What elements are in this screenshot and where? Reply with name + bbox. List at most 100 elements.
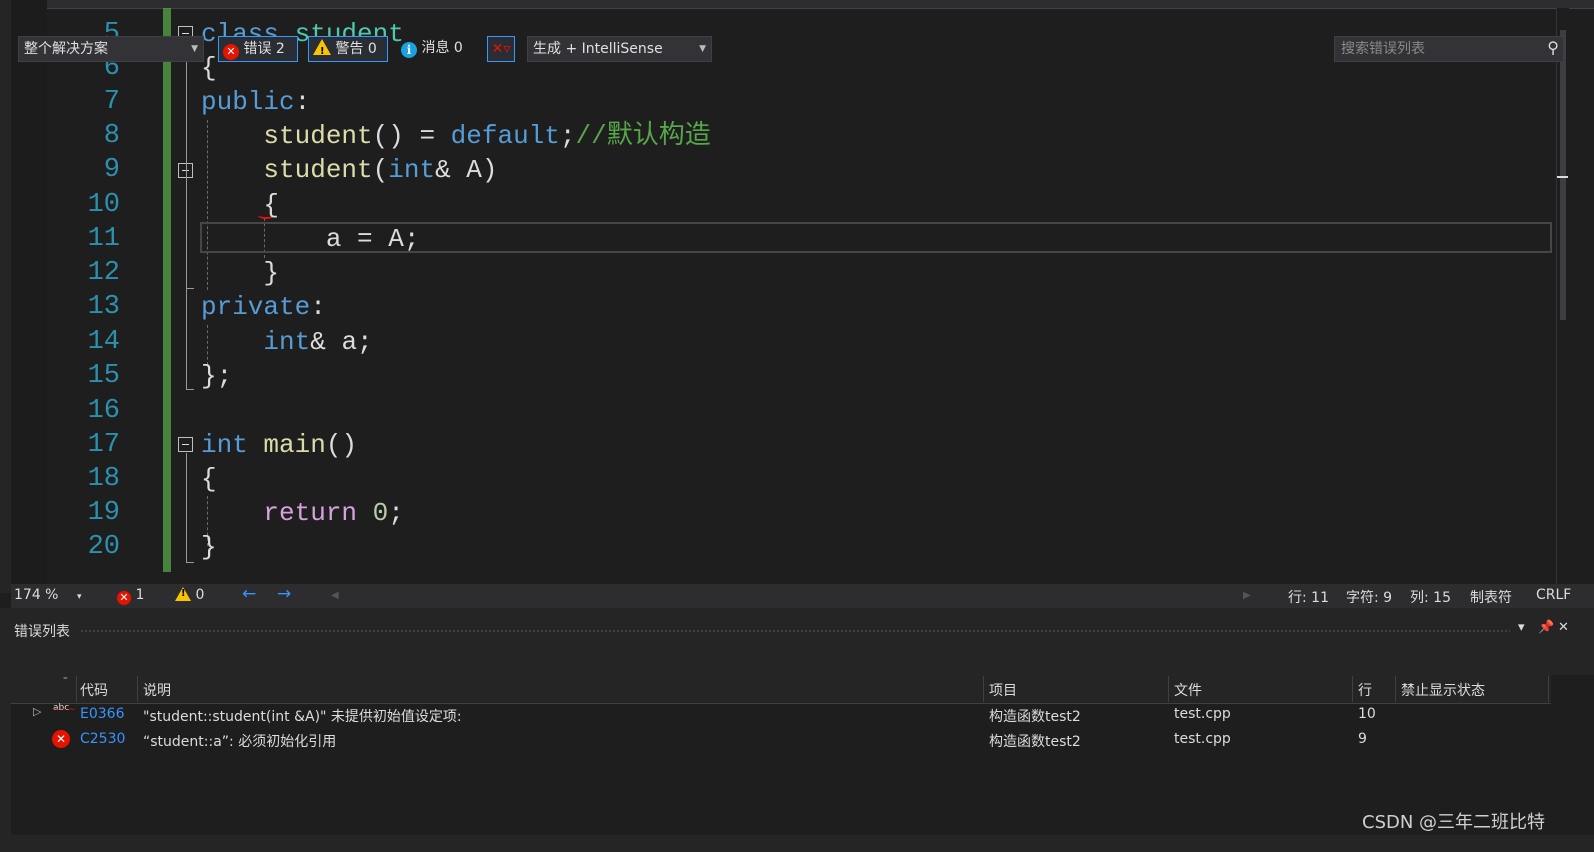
code-line-18[interactable]: { bbox=[201, 462, 217, 496]
brace: } bbox=[263, 258, 280, 288]
colon: : bbox=[310, 292, 326, 322]
info-icon: i bbox=[401, 42, 417, 58]
keyword: default bbox=[450, 121, 560, 151]
column-header-line[interactable]: 行 bbox=[1358, 680, 1372, 700]
line-number: 20 bbox=[87, 532, 120, 562]
line-number: 8 bbox=[103, 121, 120, 151]
tabs-indicator[interactable]: 制表符 bbox=[1470, 587, 1512, 607]
column-header-project[interactable]: 项目 bbox=[989, 680, 1017, 700]
error-code-link[interactable]: C2530 bbox=[80, 731, 125, 747]
brace: }; bbox=[201, 361, 233, 391]
column-separator[interactable] bbox=[1352, 676, 1353, 702]
expand-row-icon[interactable]: ▷ bbox=[33, 705, 41, 718]
error-icon: ✕ bbox=[52, 729, 70, 748]
warning-icon bbox=[313, 39, 331, 64]
code-line-14[interactable]: int& a; bbox=[201, 325, 372, 359]
scroll-right-icon[interactable]: ▶ bbox=[1243, 590, 1251, 601]
editor-status-bar: 174 % ▾ ✕ 1 0 ← → ◀ ▶ 行: 11 字符: 9 列: 15 … bbox=[11, 584, 1594, 608]
column-separator[interactable] bbox=[1548, 676, 1549, 702]
line-indicator: 行: 11 bbox=[1288, 590, 1329, 606]
errors-filter-button[interactable]: ✕ 错误 2 bbox=[218, 36, 298, 62]
code-line-9[interactable]: student(int& A) bbox=[201, 153, 497, 187]
code-line-17[interactable]: int main() bbox=[201, 428, 357, 462]
code-line-11[interactable]: a = A; bbox=[201, 222, 420, 256]
column-separator[interactable] bbox=[983, 676, 984, 702]
line-number: 9 bbox=[103, 155, 120, 185]
keyword: public bbox=[201, 87, 295, 117]
code-editor[interactable]: 5 6 7 8 9 10 11 12 13 14 15 16 17 18 19 … bbox=[0, 0, 1594, 593]
keyword: int bbox=[263, 327, 311, 357]
error-description: “student::a”: 必须初始化引用 bbox=[143, 734, 337, 750]
scrollbar-thumb[interactable] bbox=[1560, 30, 1566, 320]
previous-issue-arrow-icon[interactable]: ← bbox=[242, 584, 256, 604]
scope-dropdown[interactable]: 整个解决方案 ▼ bbox=[18, 36, 204, 62]
error-line: 10 bbox=[1358, 706, 1376, 722]
editor-left-margin bbox=[0, 0, 11, 593]
warnings-filter-button[interactable]: 警告 0 bbox=[308, 36, 388, 64]
error-project: 构造函数test2 bbox=[989, 709, 1081, 725]
char-indicator: 字符: 9 bbox=[1346, 590, 1393, 606]
code-line-20[interactable]: } bbox=[201, 530, 217, 564]
line-number: 13 bbox=[87, 292, 120, 322]
next-issue-arrow-icon[interactable]: → bbox=[277, 584, 291, 604]
line-number: 11 bbox=[87, 224, 120, 254]
line-number: 7 bbox=[103, 87, 120, 117]
warning-count[interactable]: 0 bbox=[175, 587, 204, 603]
chevron-down-icon: ▾ bbox=[76, 592, 82, 602]
outline-bracket bbox=[186, 453, 187, 563]
code-line-19[interactable]: return 0; bbox=[201, 496, 403, 530]
error-file: test.cpp bbox=[1174, 731, 1231, 747]
editor-navigation-bar bbox=[0, 0, 1594, 9]
line-number: 14 bbox=[87, 327, 120, 357]
zoom-dropdown[interactable]: 174 % ▾ bbox=[14, 587, 81, 603]
code-line-7[interactable]: public: bbox=[201, 85, 310, 119]
error-description: "student::student(int &A)" 未提供初始值设定项: bbox=[143, 709, 462, 725]
column-separator[interactable] bbox=[76, 676, 77, 702]
control-keyword: return bbox=[263, 498, 358, 528]
error-code-link[interactable]: E0366 bbox=[80, 706, 124, 722]
code-text: () = bbox=[372, 121, 451, 151]
abc-squiggle-icon: abc ~~~ bbox=[53, 703, 76, 715]
code-line-13[interactable]: private: bbox=[201, 290, 326, 324]
messages-filter-label: 消息 0 bbox=[421, 40, 463, 56]
messages-filter-button[interactable]: i 消息 0 bbox=[398, 36, 478, 62]
zoom-level: 174 % bbox=[14, 587, 59, 603]
column-header-code[interactable]: 代码 bbox=[80, 680, 108, 700]
glyph-margin bbox=[11, 0, 47, 593]
chevron-down-icon: ▼ bbox=[699, 44, 706, 54]
column-separator[interactable] bbox=[1395, 676, 1396, 702]
function-name: main bbox=[263, 430, 326, 460]
keyword: int bbox=[388, 155, 436, 185]
outline-bracket bbox=[186, 179, 187, 289]
close-icon[interactable]: ✕ bbox=[1558, 620, 1569, 635]
filter-toggle-icon[interactable]: ✕▿ bbox=[487, 36, 515, 62]
panel-menu-icon[interactable]: ▾ bbox=[1518, 620, 1525, 635]
column-header-suppression[interactable]: 禁止显示状态 bbox=[1401, 680, 1485, 700]
line-number: 10 bbox=[87, 190, 120, 220]
error-count-value: 1 bbox=[135, 587, 145, 603]
panel-grip bbox=[80, 629, 1510, 633]
line-number: 15 bbox=[87, 361, 120, 391]
search-error-list-input[interactable]: 搜索错误列表 ⚲ bbox=[1334, 36, 1564, 62]
line-ending-indicator[interactable]: CRLF bbox=[1536, 587, 1571, 603]
paren: () bbox=[325, 430, 358, 460]
colon: : bbox=[294, 87, 311, 117]
scroll-left-icon[interactable]: ◀ bbox=[331, 590, 339, 601]
build-filter-dropdown[interactable]: 生成 + IntelliSense ▼ bbox=[527, 36, 712, 62]
code-line-8[interactable]: student() = default;//默认构造 bbox=[201, 119, 710, 153]
column-header-description[interactable]: 说明 bbox=[143, 680, 171, 700]
column-separator[interactable] bbox=[1168, 676, 1169, 702]
code-line-12[interactable]: } bbox=[201, 256, 279, 290]
collapse-toggle-icon[interactable] bbox=[178, 437, 193, 452]
pin-icon[interactable]: 📌 bbox=[1538, 620, 1554, 635]
column-separator[interactable] bbox=[137, 676, 138, 702]
column-header-file[interactable]: 文件 bbox=[1174, 680, 1202, 700]
code-line-15[interactable]: }; bbox=[201, 359, 232, 393]
number-literal: 0 bbox=[372, 498, 389, 528]
error-count[interactable]: ✕ 1 bbox=[117, 587, 144, 605]
search-icon[interactable]: ⚲ bbox=[1547, 36, 1559, 60]
code-line-10[interactable]: { bbox=[201, 188, 279, 222]
outline-bracket-end bbox=[186, 288, 194, 289]
error-icon: ✕ bbox=[223, 44, 239, 60]
paren: ( bbox=[372, 155, 389, 185]
